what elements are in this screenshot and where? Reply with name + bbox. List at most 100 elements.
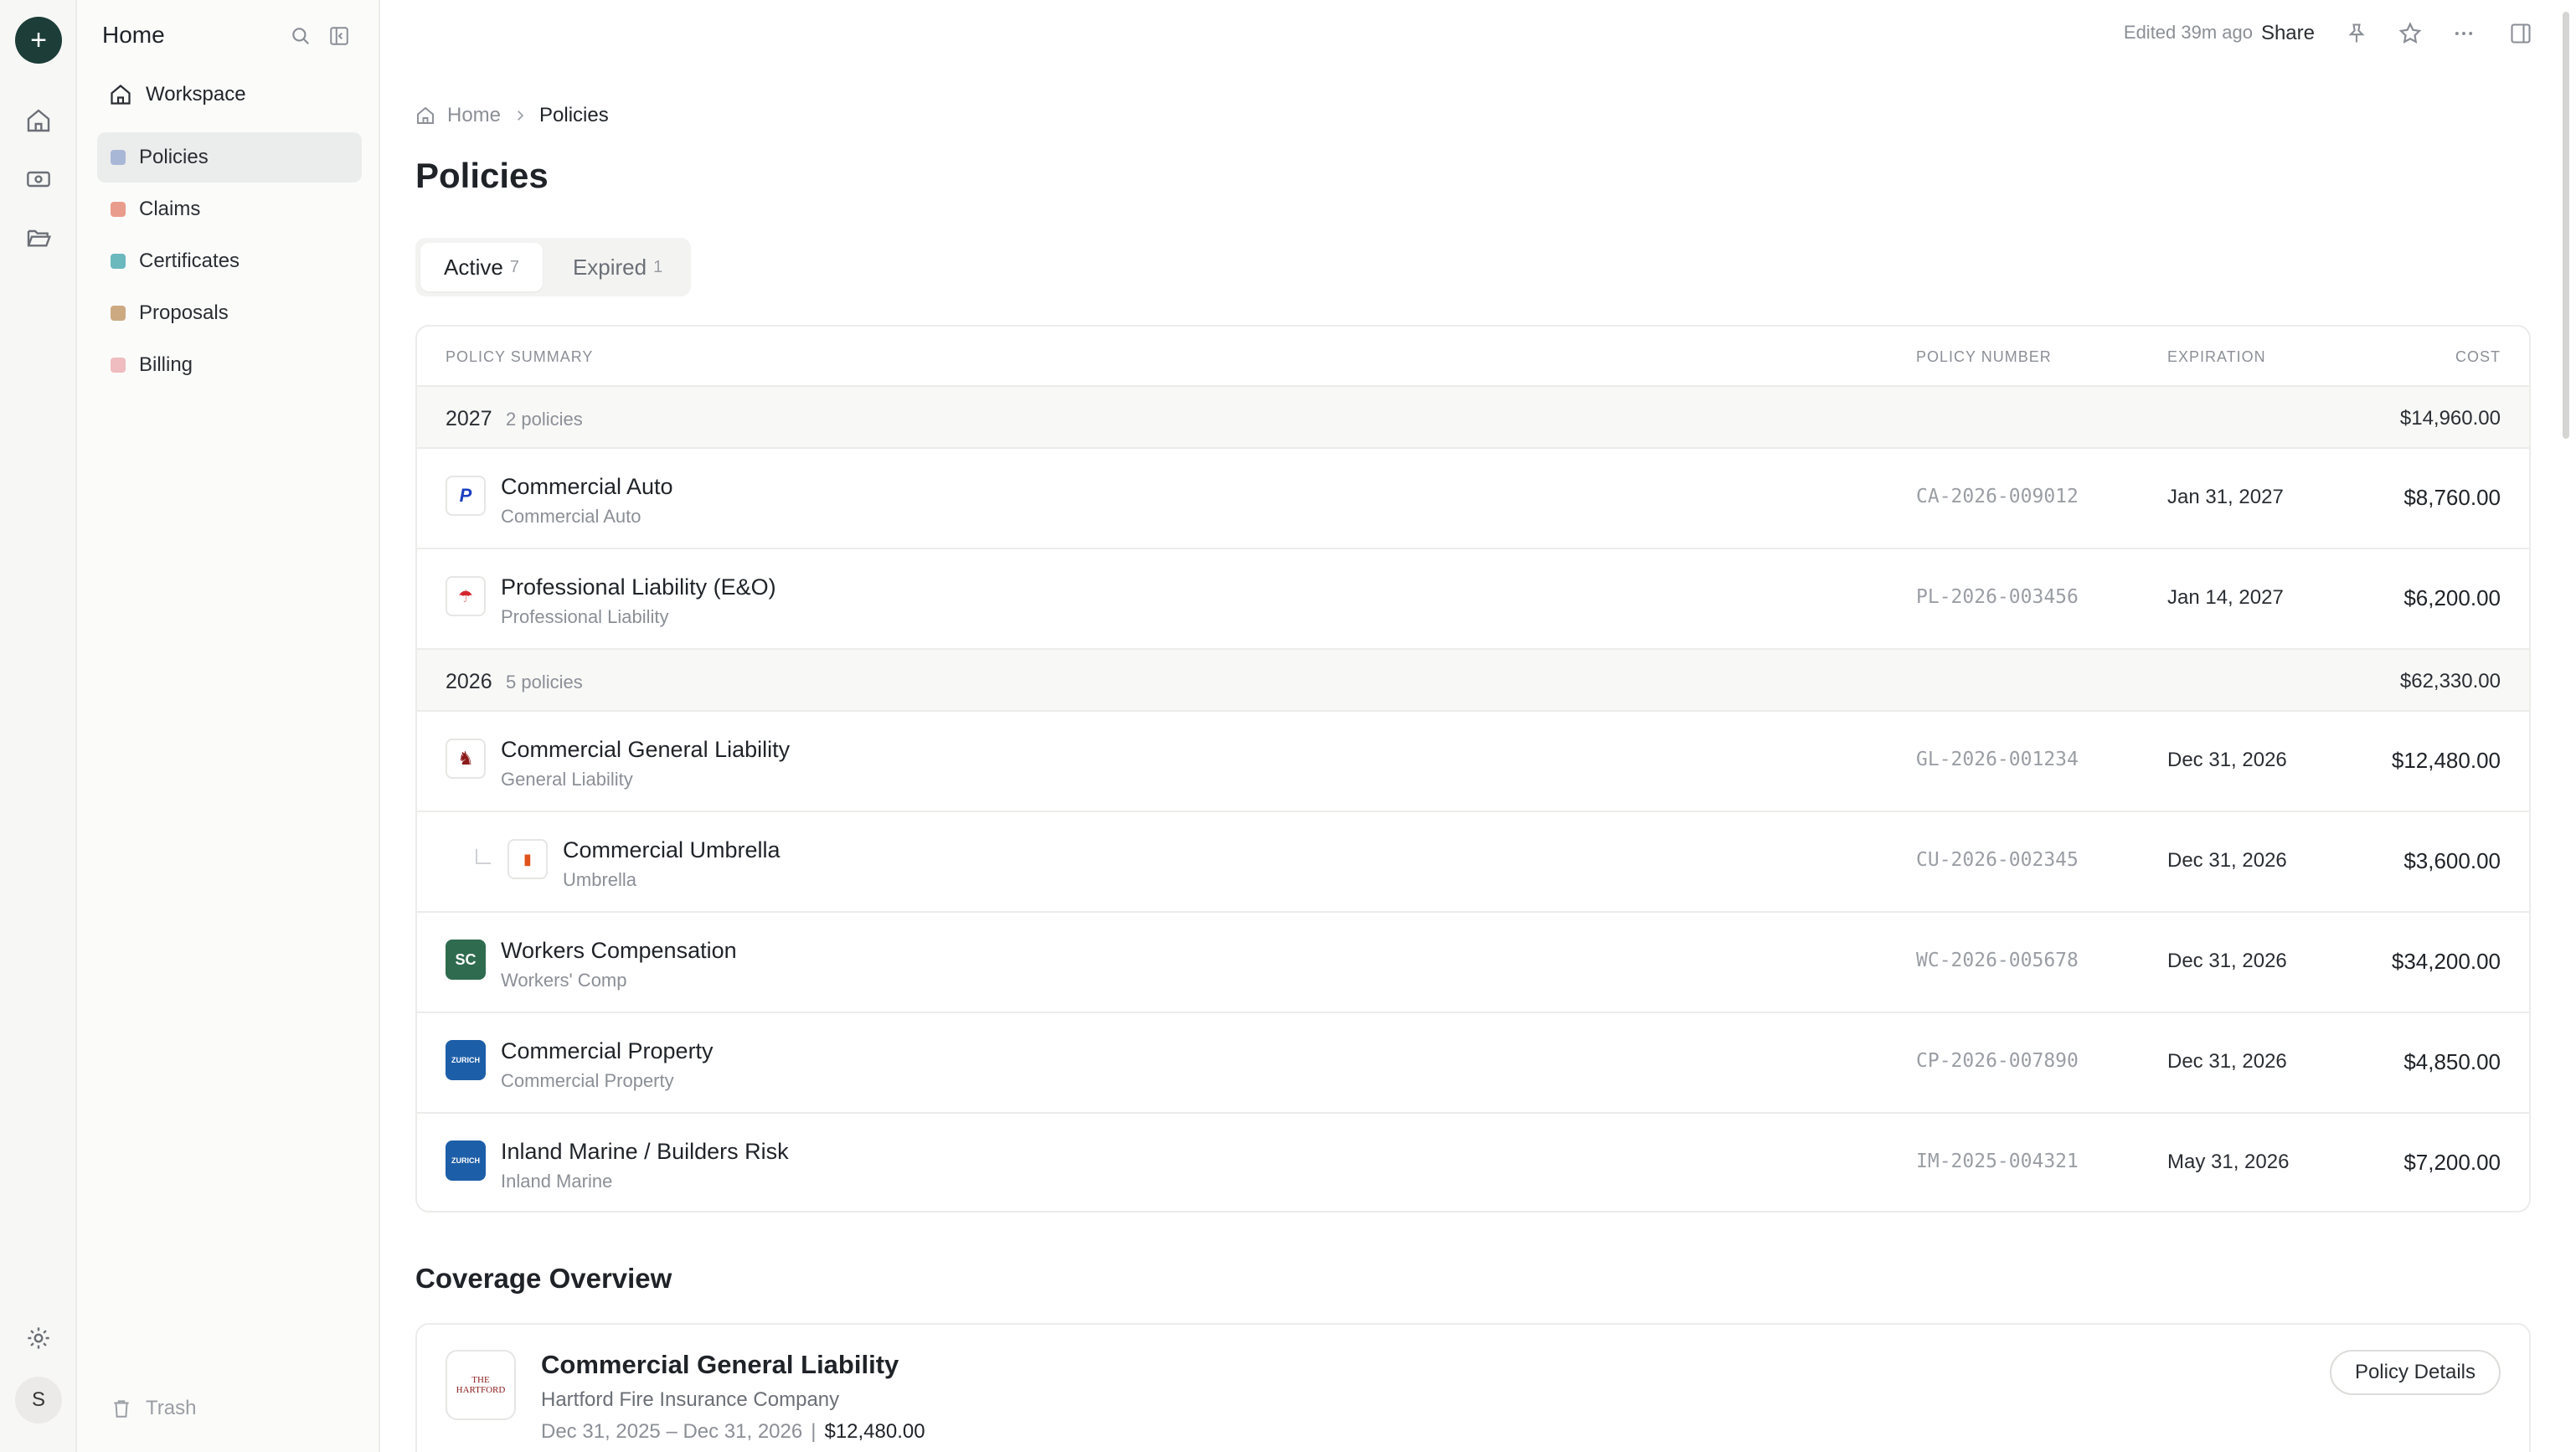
policy-number: IM-2025-004321 (1916, 1151, 2079, 1172)
table-row[interactable]: ☂ Professional Liability (E&O) Professio… (417, 549, 2529, 650)
policy-expiration: May 31, 2026 (2167, 1151, 2290, 1173)
policy-name: Commercial Property (501, 1038, 714, 1063)
app-rail: + S (0, 0, 77, 1452)
color-swatch (111, 150, 126, 165)
home-nav-button[interactable] (15, 97, 62, 144)
share-button[interactable]: Share (2261, 22, 2315, 45)
child-connector (476, 849, 491, 864)
tab-count: 1 (653, 257, 663, 276)
column-header-cost: COST (2455, 348, 2501, 365)
favorite-button[interactable] (2397, 20, 2424, 47)
policy-type: Umbrella (563, 869, 637, 890)
sidebar-item-certificates[interactable]: Certificates (97, 236, 362, 286)
tab-active[interactable]: Active 7 (420, 243, 543, 291)
edited-timestamp: Edited 39m ago (2123, 22, 2253, 43)
sidebar-list: Policies Claims Certificates Proposals B… (97, 132, 362, 392)
color-swatch (111, 202, 126, 217)
home-icon (417, 106, 434, 124)
policy-number: GL-2026-001234 (1916, 749, 2079, 770)
toggle-panel-button[interactable] (2507, 20, 2534, 47)
table-row-child[interactable]: ▮ Commercial Umbrella Umbrella CU-2026-0… (417, 812, 2529, 913)
group-row[interactable]: 2027 2 policies $14,960.00 (417, 387, 2529, 449)
policy-type: General Liability (501, 769, 633, 790)
policy-cost: $4,850.00 (2403, 1049, 2501, 1074)
table-row[interactable]: SC Workers Compensation Workers' Comp WC… (417, 913, 2529, 1013)
collapse-sidebar-button[interactable] (327, 23, 352, 49)
sidebar-item-label: Policies (139, 146, 209, 168)
table-row[interactable]: ZURICH Inland Marine / Builders Risk Inl… (417, 1114, 2529, 1211)
coverage-carrier: Hartford Fire Insurance Company (541, 1388, 840, 1411)
policy-expiration: Dec 31, 2026 (2167, 849, 2287, 872)
group-count: 5 policies (506, 672, 583, 693)
carrier-logo: ☂ (446, 576, 486, 616)
avatar-initial: S (31, 1388, 45, 1411)
group-year: 2027 (446, 407, 492, 430)
new-page-button[interactable]: + (15, 17, 62, 64)
table-row[interactable]: P Commercial Auto Commercial Auto CA-202… (417, 449, 2529, 549)
star-icon (2398, 22, 2422, 44)
policy-type: Inland Marine (501, 1171, 613, 1192)
policy-number: CP-2026-007890 (1916, 1050, 2079, 1072)
carrier-logo: SC (446, 940, 486, 980)
coverage-term: Dec 31, 2025 – Dec 31, 2026 | $12,480.00 (541, 1420, 925, 1444)
sidebar-search-button[interactable] (288, 23, 313, 49)
policy-name: Workers Compensation (501, 938, 737, 963)
tab-expired[interactable]: Expired 1 (549, 243, 686, 291)
policy-type: Commercial Property (501, 1070, 674, 1091)
policy-cost: $12,480.00 (2391, 748, 2501, 773)
policy-name: Commercial General Liability (501, 737, 791, 762)
page-title: Policies (415, 156, 549, 195)
coverage-amount: $12,480.00 (824, 1420, 925, 1443)
policy-name: Commercial Umbrella (563, 837, 781, 862)
color-swatch (111, 306, 126, 321)
folder-open-icon (27, 229, 52, 247)
sidebar-item-claims[interactable]: Claims (97, 184, 362, 234)
carrier-logo: ZURICH (446, 1040, 486, 1080)
separator: | (811, 1420, 817, 1443)
breadcrumb-home-link[interactable]: Home (447, 104, 501, 127)
table-row[interactable]: ZURICH Commercial Property Commercial Pr… (417, 1013, 2529, 1114)
sidebar: Home Workspace Policies Claims Certifica… (77, 0, 380, 1452)
panel-right-icon (2511, 23, 2531, 44)
group-total: $14,960.00 (2399, 407, 2501, 430)
pin-button[interactable] (2343, 20, 2370, 47)
policy-cost: $3,600.00 (2403, 848, 2501, 873)
pin-icon (2348, 23, 2365, 43)
billing-nav-button[interactable] (15, 156, 62, 203)
files-nav-button[interactable] (15, 214, 62, 261)
table-row[interactable]: ♞ Commercial General Liability General L… (417, 712, 2529, 812)
sidebar-item-label: Trash (146, 1397, 197, 1419)
group-row[interactable]: 2026 5 policies $62,330.00 (417, 650, 2529, 712)
policy-number: PL-2026-003456 (1916, 586, 2079, 608)
sidebar-item-proposals[interactable]: Proposals (97, 288, 362, 338)
policy-name: Commercial Auto (501, 474, 673, 499)
scrollbar-thumb[interactable] (2563, 12, 2569, 439)
policy-expiration: Dec 31, 2026 (2167, 1050, 2287, 1073)
breadcrumb-current: Policies (539, 104, 609, 126)
more-horizontal-icon (2455, 32, 2473, 35)
home-icon (27, 109, 50, 132)
policy-cost: $6,200.00 (2403, 585, 2501, 610)
coverage-card[interactable]: THE HARTFORD Commercial General Liabilit… (415, 1323, 2531, 1452)
top-bar: Edited 39m ago Share (380, 0, 2576, 439)
user-avatar[interactable]: S (15, 1377, 62, 1424)
sidebar-item-trash[interactable]: Trash (111, 1397, 196, 1420)
coverage-policy-name: Commercial General Liability (541, 1350, 899, 1379)
sidebar-item-policies[interactable]: Policies (97, 132, 362, 183)
group-total: $62,330.00 (2399, 670, 2501, 693)
more-options-button[interactable] (2450, 20, 2477, 47)
sidebar-item-billing[interactable]: Billing (97, 340, 362, 390)
settings-button[interactable] (15, 1315, 62, 1362)
policy-expiration: Jan 31, 2027 (2167, 486, 2284, 508)
policies-table: POLICY SUMMARY POLICY NUMBER EXPIRATION … (415, 325, 2531, 1213)
carrier-logo: ♞ (446, 739, 486, 779)
policy-details-button[interactable]: Policy Details (2329, 1350, 2501, 1395)
policy-expiration: Dec 31, 2026 (2167, 749, 2287, 771)
sidebar-item-label: Claims (139, 198, 201, 220)
plus-icon: + (30, 24, 47, 56)
sidebar-collapse-icon (330, 27, 348, 45)
policy-status-tabs: Active 7 Expired 1 (415, 238, 692, 296)
sidebar-item-workspace[interactable]: Workspace (97, 77, 362, 112)
cash-icon (27, 171, 50, 188)
policy-expiration: Dec 31, 2026 (2167, 950, 2287, 972)
